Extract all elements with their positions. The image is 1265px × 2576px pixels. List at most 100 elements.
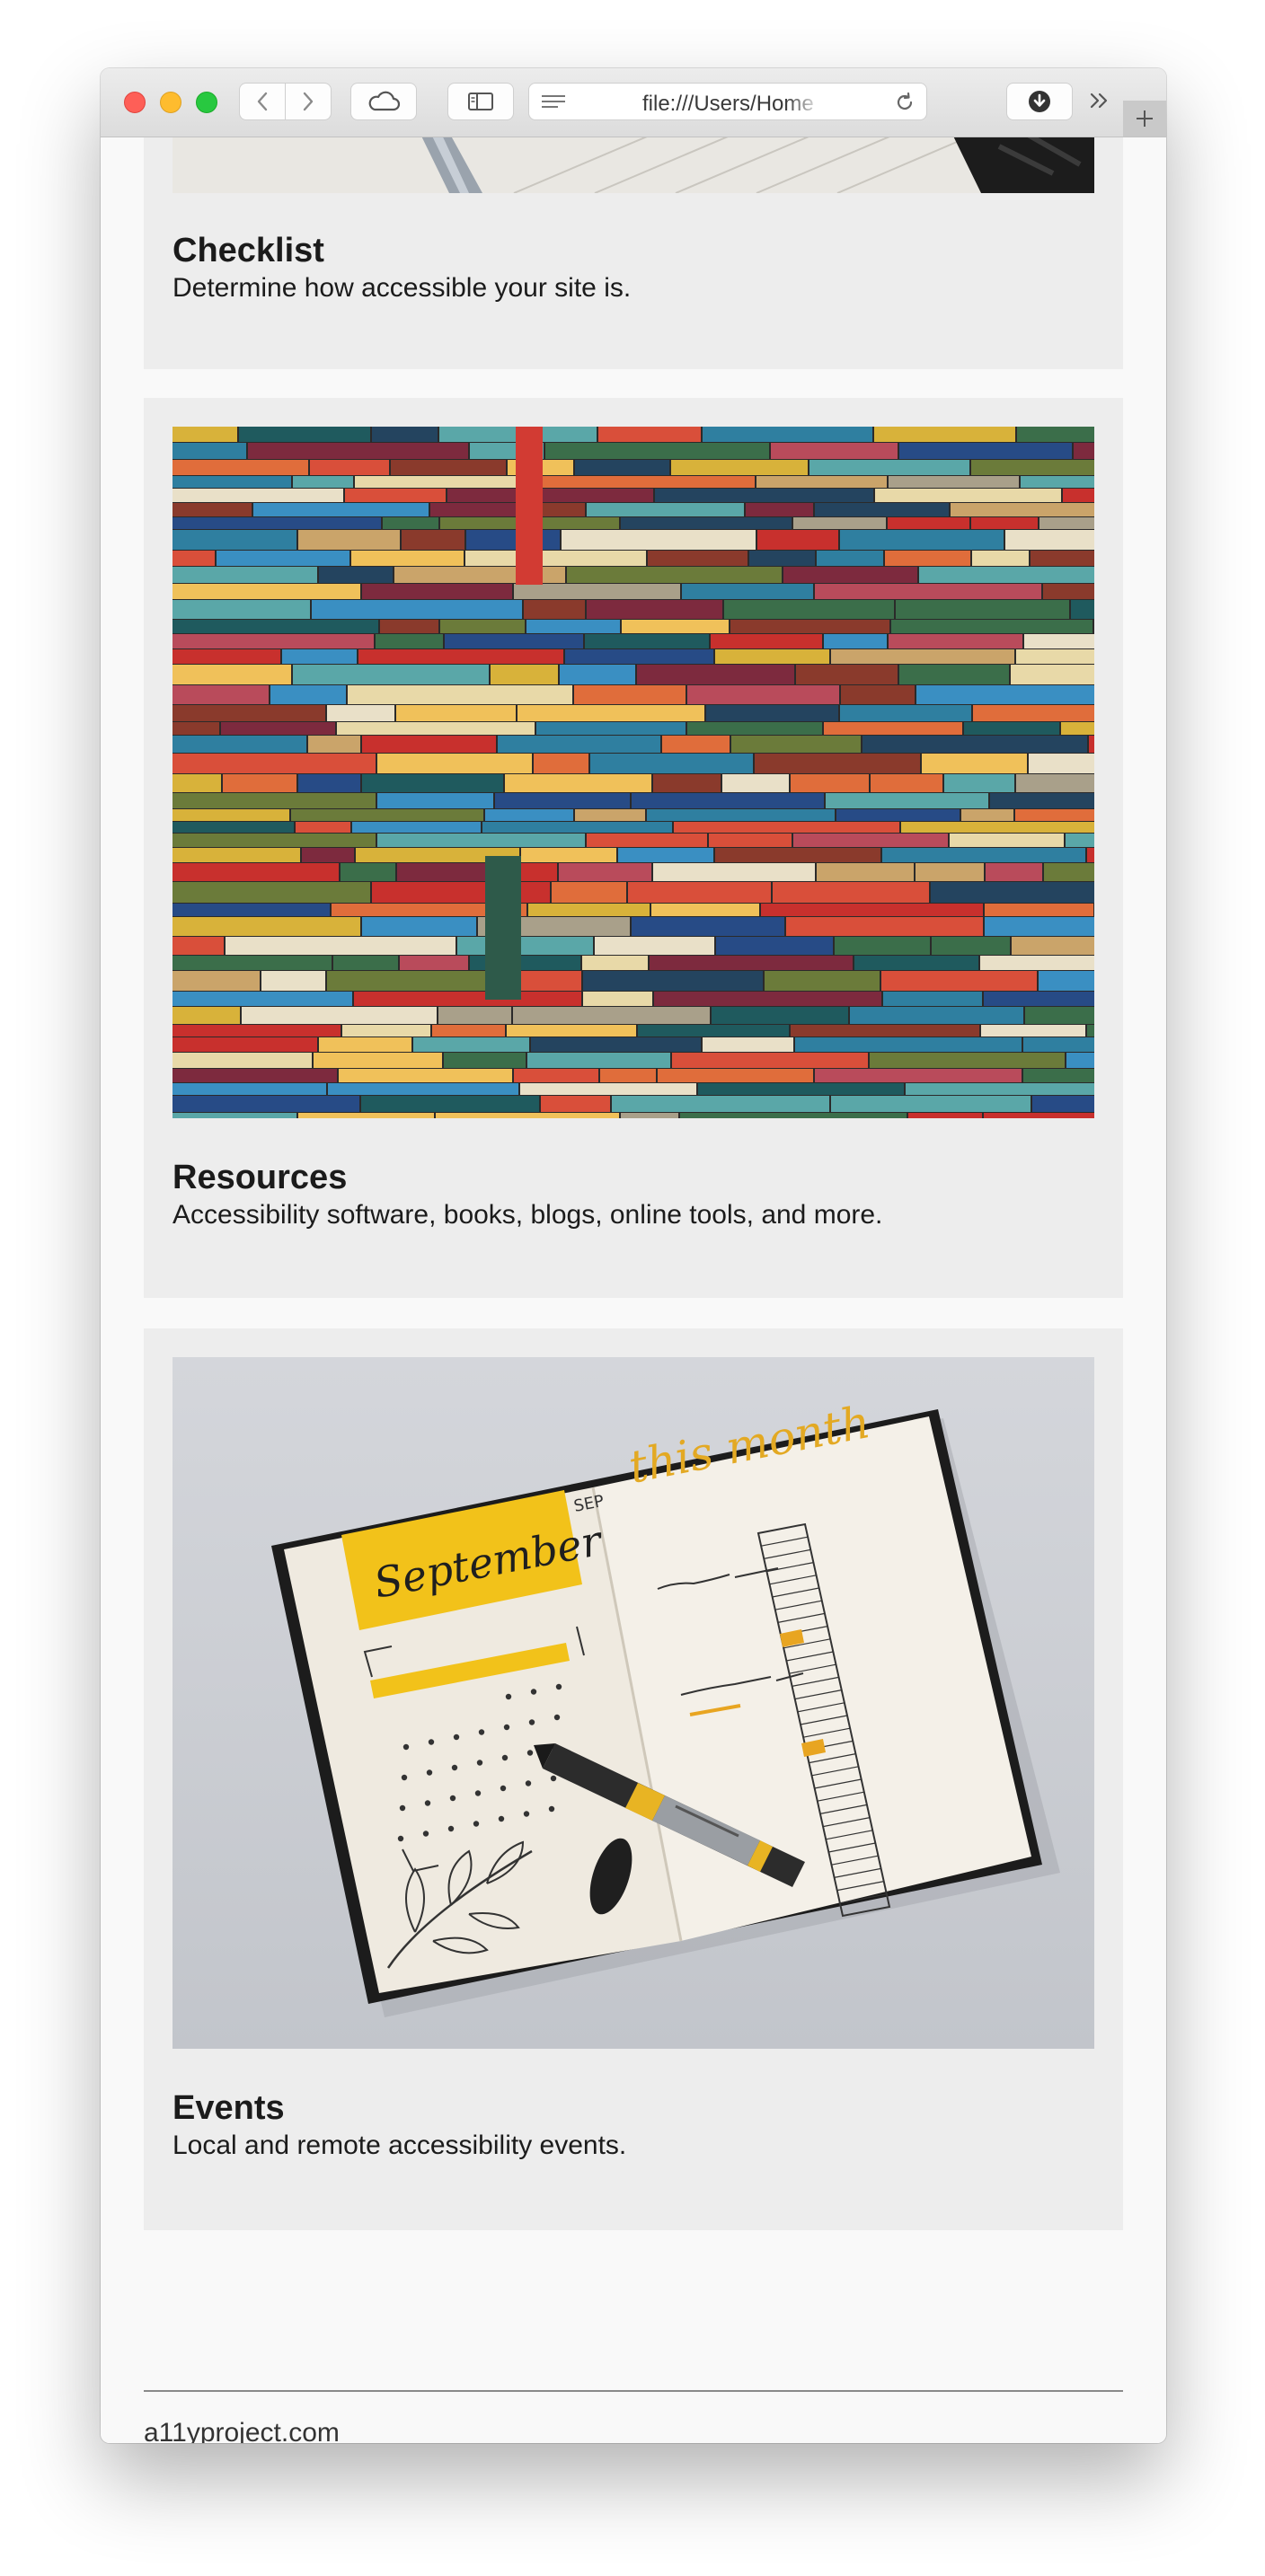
calendar-day-mark [422, 1831, 429, 1837]
stacked-books-photo [172, 427, 1094, 1118]
forward-button[interactable] [285, 83, 332, 120]
book-spine [328, 1083, 518, 1095]
double-chevron-icon[interactable] [1087, 90, 1112, 111]
book-spine [172, 489, 343, 502]
book-spine [1025, 1007, 1094, 1024]
card-image-resources [172, 427, 1094, 1118]
book-spine [817, 551, 883, 566]
book-spine [559, 863, 651, 881]
book-spine [518, 705, 704, 721]
card-events[interactable]: September this month SEP Events Local an… [144, 1328, 1123, 2230]
calendar-day-mark [426, 1769, 433, 1776]
book-spine [447, 489, 653, 502]
icloud-tabs-button[interactable] [350, 83, 417, 120]
book-spine [354, 992, 581, 1006]
book-spine [906, 1083, 1094, 1095]
card-title-resources[interactable]: Resources [172, 1158, 347, 1197]
book-spine [875, 489, 1061, 502]
book-spine [545, 443, 769, 459]
book-spine [899, 665, 1009, 684]
book-spine [908, 1113, 982, 1118]
book-spine [1061, 722, 1094, 735]
book-spine [432, 1025, 505, 1037]
downloads-button[interactable] [1006, 83, 1073, 120]
book-spine [985, 904, 1093, 916]
address-bar[interactable]: file:///Users/Home [528, 83, 927, 120]
calendar-day-mark [449, 1795, 456, 1802]
footer-site-link[interactable]: a11yproject.com [144, 2418, 340, 2443]
book-spine [796, 665, 898, 684]
book-spine [377, 834, 585, 847]
reload-icon[interactable] [894, 92, 916, 113]
book-spine [444, 1053, 526, 1068]
book-spine [817, 863, 914, 881]
calendar-day-mark [523, 1811, 530, 1817]
book-spine [514, 1069, 598, 1082]
book-spine [654, 992, 881, 1006]
book-spine [622, 620, 729, 633]
book-spine [919, 567, 1094, 583]
book-spine [239, 427, 370, 442]
book-spine [436, 1113, 619, 1118]
book-spine [438, 1007, 511, 1024]
book-spine [1005, 530, 1094, 550]
book-spine [1039, 971, 1094, 991]
book-spine [298, 774, 360, 792]
book-spine [874, 427, 1015, 442]
minimize-window-button[interactable] [160, 92, 181, 113]
book-spine [715, 848, 880, 862]
book-spine [600, 1069, 656, 1082]
card-title-events[interactable]: Events [172, 2088, 285, 2128]
new-tab-button[interactable] [1123, 101, 1166, 137]
book-spine [793, 517, 886, 529]
calendar-day-mark [473, 1821, 480, 1827]
close-window-button[interactable] [124, 92, 146, 113]
book-spine [773, 882, 929, 903]
download-icon [1029, 91, 1050, 112]
book-spine [653, 863, 815, 881]
calendar-day-mark [447, 1825, 455, 1832]
book-spine [891, 620, 1092, 633]
book-spine [1016, 774, 1094, 792]
book-spine [815, 584, 1041, 599]
book-spine [882, 848, 1085, 862]
book-spine [172, 917, 360, 936]
book-spine [172, 1096, 359, 1112]
book-spine [376, 634, 443, 648]
zoom-window-button[interactable] [196, 92, 217, 113]
card-resources[interactable]: Resources Accessibility software, books,… [144, 398, 1123, 1298]
book-spine [172, 848, 300, 862]
book-spine [223, 774, 296, 792]
book-spine [575, 460, 669, 475]
book-spine [172, 427, 237, 442]
calendar-day-mark [500, 1785, 507, 1792]
back-button[interactable] [239, 83, 286, 120]
card-title-checklist[interactable]: Checklist [172, 231, 324, 270]
book-spine [531, 1037, 701, 1052]
book-spine [377, 754, 532, 773]
book-spine [1087, 848, 1094, 862]
calendar-day-mark [402, 1743, 410, 1751]
book-spine [932, 937, 1010, 955]
book-spine [648, 551, 748, 566]
book-spine [514, 584, 680, 599]
calendar-day-mark [528, 1719, 535, 1725]
book-spine [795, 1037, 1022, 1052]
book-spine [298, 530, 400, 550]
book-spine [172, 685, 269, 704]
card-checklist[interactable]: Checklist Determine how accessible your … [144, 137, 1123, 369]
calendar-day-mark [553, 1714, 561, 1721]
book-spine [565, 649, 713, 664]
sidebar-button[interactable] [447, 83, 514, 120]
book-spine [791, 1025, 979, 1037]
browser-toolbar: file:///Users/Home [101, 68, 1166, 137]
book-spine [662, 736, 730, 753]
book-spine [1023, 1037, 1094, 1052]
book-spine [791, 774, 869, 792]
book-spine [342, 1025, 430, 1037]
footer-divider [144, 2390, 1123, 2392]
book-spine [730, 620, 889, 633]
book-spine [638, 1025, 789, 1037]
book-spine [282, 649, 357, 664]
book-spine [465, 551, 646, 566]
